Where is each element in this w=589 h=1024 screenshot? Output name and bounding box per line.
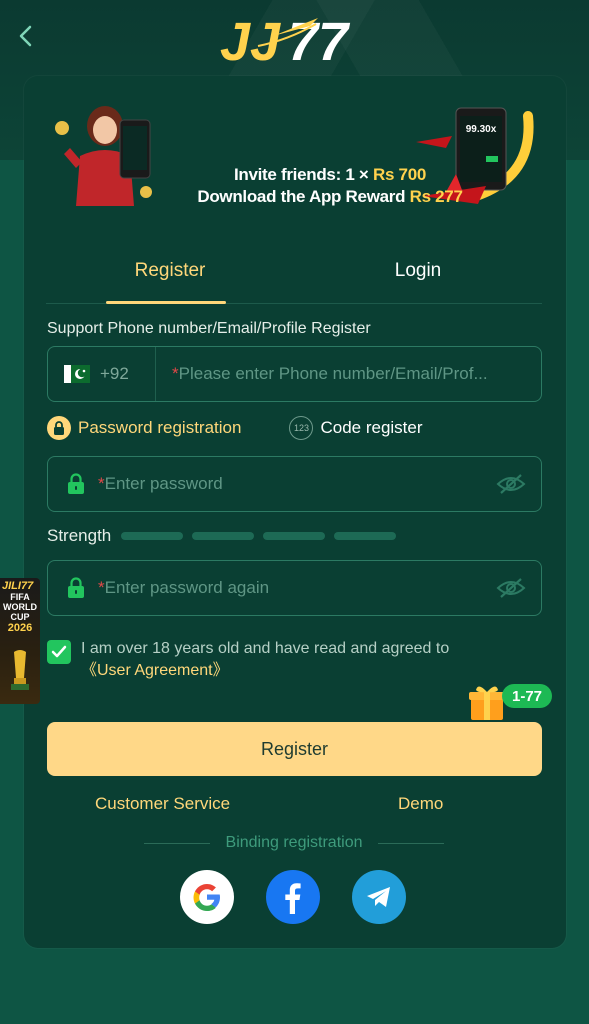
required-marker: * [172,364,179,383]
pakistan-flag-icon [64,365,90,383]
user-agreement-link[interactable]: 《User Agreement》 [81,662,229,679]
telegram-icon [367,887,390,907]
fifa-world-cup-promo[interactable]: JILI77 FIFA WORLD CUP 2026 [0,578,40,704]
country-code-selector[interactable]: +92 [48,347,156,401]
chevron-left-icon [19,25,32,47]
download-amount: Rs 277 [409,187,463,206]
required-marker: * [98,578,105,597]
required-marker: * [98,474,105,493]
divider-line [144,842,210,844]
agreement-text: I am over 18 years old and have read and… [81,640,450,657]
promo-year: 2026 [7,622,33,634]
confirm-password-input-box[interactable]: *Enter password again [47,560,542,616]
divider-line [378,842,444,844]
phone-input[interactable]: *Please enter Phone number/Email/Prof... [156,364,536,384]
google-icon [193,884,220,911]
strength-bar [334,532,397,540]
pilot-illustration [55,106,152,206]
strength-label: Strength [47,526,112,545]
password-input-box[interactable]: *Enter password [47,456,542,512]
strength-bar [121,532,184,540]
tab-login[interactable]: Login [294,248,542,303]
check-icon [51,645,67,658]
gift-promo[interactable]: 1-77 [468,682,554,722]
binding-divider: Binding registration [144,834,444,852]
password-registration-option[interactable]: Password registration [47,416,241,440]
customer-service-link[interactable]: Customer Service [95,794,230,814]
password-strength-meter: Strength [47,526,405,546]
invite-text: Invite friends: 1 × [233,165,373,184]
password-placeholder: Enter password [104,474,223,493]
lock-icon [54,577,98,599]
svg-text:77: 77 [288,12,351,68]
trophy-icon [11,650,29,690]
confirm-password-input[interactable]: *Enter password again [98,578,481,598]
lock-icon [54,473,98,495]
gift-box-icon [469,686,505,720]
facebook-icon [285,883,301,914]
tab-register[interactable]: Register [46,248,294,304]
agreement-text-block: I am over 18 years old and have read and… [81,638,521,682]
register-button[interactable]: Register [47,722,542,776]
eye-off-icon[interactable] [481,473,541,495]
code-register-option[interactable]: 123 Code register [289,416,423,440]
facebook-login-button[interactable] [266,870,320,924]
lock-icon [47,416,71,440]
binding-label: Binding registration [225,834,363,851]
confirm-password-placeholder: Enter password again [104,578,270,597]
banner-text: Invite friends: 1 × Rs 700 Download the … [180,164,480,208]
brand-logo: JJ 77 [220,12,351,68]
phone-field-label: Support Phone number/Email/Profile Regis… [47,320,371,337]
number-code-icon: 123 [289,416,314,440]
svg-text:JJ: JJ [220,12,281,68]
strength-bar [192,532,255,540]
auth-tabs: Register Login [46,248,542,304]
country-code: +92 [100,364,129,383]
registration-mode-switch: Password registration 123 Code register [47,416,471,440]
google-login-button[interactable] [180,870,234,924]
strength-bar [263,532,326,540]
back-button[interactable] [12,22,40,50]
agreement-row: I am over 18 years old and have read and… [47,638,521,682]
password-registration-label: Password registration [78,418,242,437]
multiplier-label: 99.30x [466,124,497,135]
password-input[interactable]: *Enter password [98,474,481,494]
promo-event: FIFA WORLD CUP [3,592,37,622]
code-register-label: Code register [320,418,423,437]
promo-brand: JILI77 [2,580,34,592]
social-login-row [180,870,438,924]
gift-badge: 1-77 [502,684,553,708]
agreement-checkbox[interactable] [47,640,71,664]
register-card: 99.30x Invite friends: 1 × Rs 700 Downlo… [24,76,566,948]
phone-input-box[interactable]: +92 *Please enter Phone number/Email/Pro… [47,346,542,402]
telegram-login-button[interactable] [352,870,406,924]
invite-amount: Rs 700 [372,165,427,184]
promo-banner[interactable]: 99.30x Invite friends: 1 × Rs 700 Downlo… [50,96,540,216]
download-text: Download the App Reward [197,187,410,206]
phone-placeholder: Please enter Phone number/Email/Prof... [178,364,488,383]
eye-off-icon[interactable] [481,577,541,599]
demo-link[interactable]: Demo [398,794,443,814]
